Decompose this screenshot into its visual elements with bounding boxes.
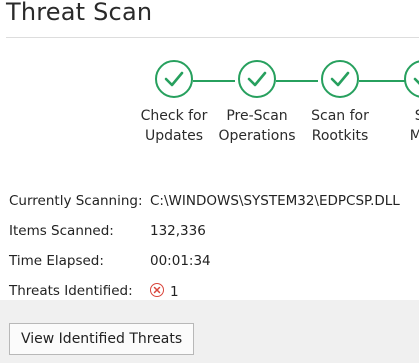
check-icon [321,60,359,98]
currently-scanning-label: Currently Scanning: [9,193,143,209]
error-x-icon [150,283,164,297]
threats-identified-label: Threats Identified: [9,283,133,299]
step-label: Scan for Rootkits [311,108,369,144]
step-scan-memory: Sc Mer [375,60,419,146]
view-identified-threats-button[interactable]: View Identified Threats [9,323,195,355]
items-scanned-value: 132,336 [150,223,206,239]
check-icon [238,60,276,98]
footer-bar: View Identified Threats [0,300,419,363]
page-title: Threat Scan [6,0,153,26]
check-icon [155,60,193,98]
title-divider [6,37,419,38]
step-label: Check for Updates [140,108,208,144]
threats-identified-value: 1 [170,284,179,300]
items-scanned-label: Items Scanned: [9,223,114,239]
currently-scanning-value: C:\WINDOWS\SYSTEM32\EDPCSP.DLL [150,193,400,209]
threat-scan-window: Threat Scan Check for Updates Pre-Scan O… [0,0,419,363]
threats-identified-value-row: 1 [150,283,179,300]
scan-progress-stepper: Check for Updates Pre-Scan Operations Sc… [0,60,419,160]
step-check-for-updates: Check for Updates [126,60,222,146]
check-icon [404,60,419,98]
time-elapsed-value: 00:01:34 [150,253,211,269]
time-elapsed-label: Time Elapsed: [9,253,104,269]
step-scan-for-rootkits: Scan for Rootkits [292,60,388,146]
step-label: Sc Mer [409,108,419,144]
step-label: Pre-Scan Operations [218,108,296,144]
step-pre-scan-operations: Pre-Scan Operations [209,60,305,146]
